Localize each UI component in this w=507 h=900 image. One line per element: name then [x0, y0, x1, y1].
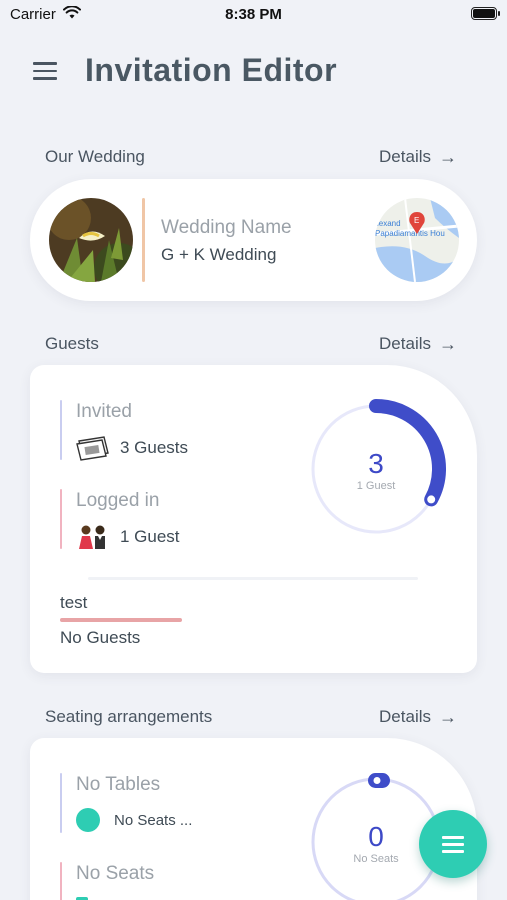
logged-in-stat: Logged in 1 Guest: [60, 489, 180, 550]
arrow-right-icon: →: [439, 147, 457, 167]
table-dot-icon: [76, 808, 100, 832]
tables-value: No Seats ...: [114, 811, 193, 829]
flower-photo-icon: [49, 198, 133, 282]
couple-icon: [79, 525, 105, 549]
tables-label: No Tables: [76, 774, 161, 795]
guests-section-header: Guests Details →: [45, 331, 457, 355]
wedding-card[interactable]: Wedding Name G + K Wedding lexand Papadi…: [30, 179, 477, 301]
wedding-section-header: Our Wedding Details →: [45, 144, 457, 168]
seating-section-title: Seating arrangements: [45, 707, 213, 726]
seating-section-header: Seating arrangements Details →: [45, 704, 457, 728]
guests-ring-chart[interactable]: 3 1 Guest: [305, 398, 447, 540]
clock: 8:38 PM: [225, 6, 282, 23]
seats-label: No Seats: [76, 863, 155, 884]
guests-details-link[interactable]: Details →: [379, 334, 457, 354]
logged-in-value: 1 Guest: [120, 527, 180, 546]
guests-details-label: Details: [379, 334, 431, 353]
invitation-card-icon: [76, 436, 109, 461]
status-bar: Carrier 8:38 PM: [0, 0, 507, 28]
map-text-2: Papadiamantis Hou: [375, 229, 445, 238]
wedding-name-label: Wedding Name: [161, 217, 292, 238]
seating-details-link[interactable]: Details →: [379, 707, 457, 727]
no-guests-text: No Guests: [60, 628, 141, 647]
invited-label: Invited: [76, 401, 132, 422]
hamburger-menu-icon[interactable]: [33, 62, 57, 80]
wedding-name-value: G + K Wedding: [161, 245, 277, 264]
invited-stat: Invited 3 Guests: [60, 400, 188, 461]
logged-in-label: Logged in: [76, 490, 160, 511]
arrow-right-icon: →: [439, 707, 457, 727]
guest-group-label[interactable]: test: [60, 593, 87, 613]
app-header: Invitation Editor: [0, 50, 507, 96]
wedding-details-link[interactable]: Details →: [379, 147, 457, 167]
guests-ring-caption: 1 Guest: [356, 480, 396, 492]
svg-text:E: E: [414, 216, 419, 225]
page-title: Invitation Editor: [85, 52, 338, 88]
map-text-3: gle: [385, 275, 394, 282]
guests-card[interactable]: Invited 3 Guests Logged in 1 Guest 3 1 G…: [30, 365, 477, 673]
tables-stat: No Tables No Seats ...: [60, 773, 193, 833]
guests-ring-number: 3: [368, 448, 384, 479]
battery-icon: [471, 7, 500, 20]
seating-details-label: Details: [379, 707, 431, 726]
seating-card[interactable]: No Tables No Seats ... No Seats 0 No Sea…: [30, 738, 477, 900]
guests-divider: [88, 577, 418, 580]
wedding-details-label: Details: [379, 147, 431, 166]
wedding-photo[interactable]: [49, 198, 133, 282]
guests-section-title: Guests: [45, 334, 99, 353]
location-map-thumbnail[interactable]: lexand Papadiamantis Hou gle E: [375, 198, 459, 282]
map-text-1: lexand: [377, 219, 401, 228]
map-icon: lexand Papadiamantis Hou gle E: [375, 198, 459, 282]
wedding-divider: [142, 198, 145, 282]
wedding-section-title: Our Wedding: [45, 147, 145, 166]
arrow-right-icon: →: [439, 334, 457, 354]
invited-value: 3 Guests: [120, 438, 189, 457]
floating-menu-button[interactable]: [419, 810, 487, 878]
seats-stat: No Seats: [60, 862, 154, 900]
guest-group-underline: [60, 618, 182, 622]
